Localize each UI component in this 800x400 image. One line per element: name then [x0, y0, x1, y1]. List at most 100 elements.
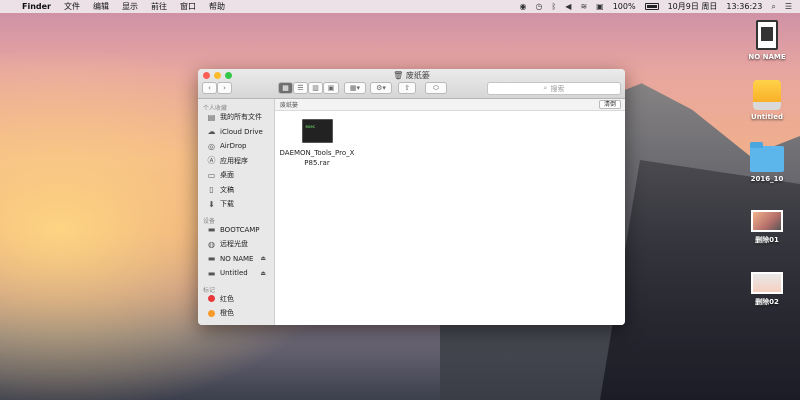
volume-icon[interactable]: ◀	[565, 2, 571, 11]
sidebar-item-bootcamp[interactable]: ▬ BOOTCAMP	[198, 223, 274, 238]
disk-icon: ▬	[207, 268, 216, 278]
file-name: DAEMON_Tools_Pro_XP85.rar	[279, 149, 355, 167]
tag-icon: ⬭	[433, 83, 439, 92]
desktop-item-2016-10[interactable]: 2016_10	[742, 142, 792, 183]
view-columns-button[interactable]: ▥	[308, 82, 323, 94]
sidebar-item-no-name[interactable]: ▬ NO NAME ⏏	[198, 252, 274, 267]
battery-icon[interactable]	[644, 3, 659, 10]
grid-icon: ▦	[282, 84, 289, 92]
arrange-icon: ▦▾	[349, 84, 361, 92]
list-icon: ☰	[297, 84, 304, 92]
menu-window[interactable]: 窗口	[180, 1, 196, 12]
cloud-icon: ☁	[207, 127, 216, 137]
desktop-item-label: 删除02	[755, 298, 779, 306]
sidebar-item-downloads[interactable]: ⬇ 下载	[198, 197, 274, 212]
desktop-item-untitled[interactable]: Untitled	[742, 80, 792, 121]
path-label: 废纸篓	[280, 102, 299, 109]
chevron-right-icon: ›	[223, 84, 226, 92]
drive-icon	[753, 80, 781, 110]
desktop-item-no-name[interactable]: NO NAME	[742, 20, 792, 61]
applications-icon: Ⓐ	[207, 156, 216, 166]
menu-app-name[interactable]: Finder	[22, 2, 51, 11]
sidebar-item-tag-orange[interactable]: 橙色	[198, 306, 274, 321]
share-icon: ⇧	[404, 84, 410, 92]
all-files-icon: ▤	[207, 112, 216, 122]
sidebar-item-tag-red[interactable]: 红色	[198, 292, 274, 307]
sidebar: 个人收藏 ▤ 我的所有文件 ☁ iCloud Drive ◎ AirDrop Ⓐ 应用程…	[198, 99, 275, 325]
spotlight-icon[interactable]: ⌕	[771, 2, 775, 12]
sd-card-icon	[756, 20, 778, 50]
remote-disc-icon: ◍	[208, 239, 215, 249]
menu-help[interactable]: 帮助	[209, 1, 225, 12]
sidebar-header-devices: 设备	[203, 217, 216, 225]
screenshot-thumbnail-icon	[751, 272, 783, 294]
share-button[interactable]: ⇧	[398, 82, 416, 94]
disk-icon: ▬	[207, 225, 216, 235]
sidebar-item-icloud-drive[interactable]: ☁ iCloud Drive	[198, 125, 274, 140]
time-machine-icon[interactable]: ◷	[536, 2, 543, 11]
sidebar-item-all-my-files[interactable]: ▤ 我的所有文件	[198, 110, 274, 125]
empty-trash-button[interactable]: 清倒	[598, 100, 621, 109]
sidebar-item-documents[interactable]: ▯ 文稿	[198, 183, 274, 198]
back-button[interactable]: ‹	[202, 82, 217, 94]
sidebar-item-remote-disc[interactable]: ◍ 远程光盘	[198, 237, 274, 252]
desktop-icon: ▭	[207, 170, 216, 180]
desktop-item-label: 2016_10	[750, 175, 784, 183]
input-source-icon[interactable]: ▣	[596, 2, 604, 11]
window-titlebar[interactable]: 🗑 废纸篓 ‹ › ▦ ☰ ▥ ▣ ▦▾ ⚙▾ ⇧ ⬭ ⌕ 搜索	[198, 69, 625, 99]
view-coverflow-button[interactable]: ▣	[323, 82, 339, 94]
sidebar-item-untitled[interactable]: ▬ Untitled ⏏	[198, 266, 274, 281]
menu-time[interactable]: 13:36:23	[726, 2, 762, 11]
sidebar-item-desktop[interactable]: ▭ 桌面	[198, 168, 274, 183]
menu-date[interactable]: 10月9日 周日	[668, 1, 718, 12]
gear-icon: ⚙▾	[376, 84, 386, 92]
sidebar-item-airdrop[interactable]: ◎ AirDrop	[198, 139, 274, 154]
desktop-item-label: 删除01	[755, 236, 779, 244]
desktop-item-screenshot-02[interactable]: 删除02	[742, 272, 792, 307]
eject-icon[interactable]: ⏏	[260, 255, 266, 262]
download-icon: ⬇	[208, 199, 215, 209]
view-list-button[interactable]: ☰	[293, 82, 308, 94]
screenshot-thumbnail-icon	[751, 210, 783, 232]
sidebar-item-applications[interactable]: Ⓐ 应用程序	[198, 154, 274, 169]
window-title: 🗑 废纸篓	[393, 71, 430, 80]
forward-button[interactable]: ›	[217, 82, 232, 94]
tags-button[interactable]: ⬭	[425, 82, 447, 94]
coverflow-icon: ▣	[327, 84, 335, 92]
sidebar-header-tags: 标记	[203, 286, 216, 294]
columns-icon: ▥	[312, 84, 319, 92]
executable-file-icon: exec	[301, 119, 333, 143]
arrange-button[interactable]: ▦▾	[344, 82, 366, 94]
disk-icon: ▬	[207, 254, 216, 264]
action-button[interactable]: ⚙▾	[370, 82, 392, 94]
airdrop-icon: ◎	[208, 141, 215, 151]
menu-bar: Finder 文件 编辑 显示 前往 窗口 帮助 ◉ ◷ ᛒ ◀ ≋ ▣ 100…	[0, 0, 800, 13]
file-item[interactable]: exec DAEMON_Tools_Pro_XP85.rar	[279, 119, 355, 168]
battery-percent: 100%	[612, 2, 636, 11]
chevron-left-icon: ‹	[208, 84, 211, 92]
bluetooth-icon[interactable]: ᛒ	[551, 2, 556, 11]
wifi-icon[interactable]: ≋	[580, 2, 587, 11]
file-area: 废纸篓 清倒 exec DAEMON_Tools_Pro_XP85.rar	[275, 99, 625, 325]
finder-window: 🗑 废纸篓 ‹ › ▦ ☰ ▥ ▣ ▦▾ ⚙▾ ⇧ ⬭ ⌕ 搜索 个人收藏 ▤ 我…	[198, 69, 625, 325]
search-icon: ⌕	[543, 84, 548, 92]
desktop-item-label: NO NAME	[748, 53, 786, 61]
orange-tag-icon	[208, 309, 215, 317]
notification-center-icon[interactable]: ☰	[785, 2, 792, 11]
path-bar: 废纸篓 清倒	[275, 99, 625, 111]
desktop-item-label: Untitled	[751, 113, 783, 121]
menu-view[interactable]: 显示	[122, 1, 138, 12]
menu-go[interactable]: 前往	[151, 1, 167, 12]
eject-icon[interactable]: ⏏	[260, 270, 266, 277]
menu-edit[interactable]: 编辑	[93, 1, 109, 12]
search-input[interactable]: ⌕ 搜索	[487, 82, 621, 95]
user-status-icon[interactable]: ◉	[520, 2, 527, 11]
menu-file[interactable]: 文件	[64, 1, 80, 12]
red-tag-icon	[208, 295, 215, 303]
documents-icon: ▯	[209, 185, 214, 195]
trash-icon: 🗑	[393, 71, 404, 80]
desktop-item-screenshot-01[interactable]: 删除01	[742, 210, 792, 245]
view-icons-button[interactable]: ▦	[278, 82, 293, 94]
folder-icon	[750, 142, 784, 172]
sidebar-header-favorites: 个人收藏	[203, 105, 228, 112]
